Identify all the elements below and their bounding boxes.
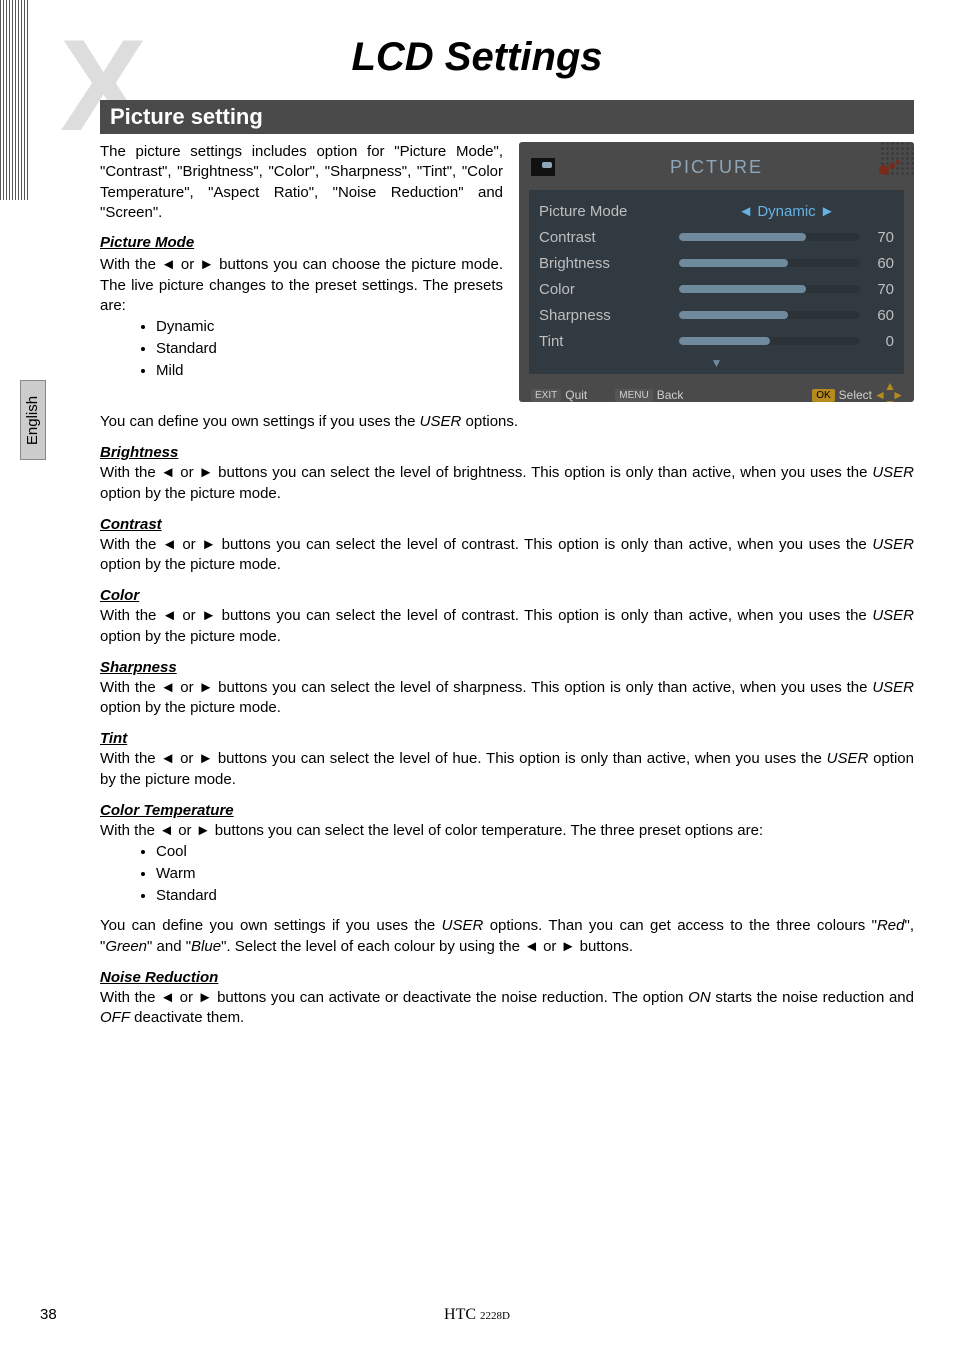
osd-slider[interactable] [679,285,860,293]
section-color: Color With the ◄ or ► buttons you can se… [100,587,914,647]
model-number: HTC 2228D [100,1306,854,1324]
page-number: 38 [0,1306,100,1324]
osd-row-label: Brightness [539,255,679,272]
list-item: Standard [156,338,503,360]
osd-row-label: Picture Mode [539,203,679,220]
osd-slider[interactable] [679,259,860,267]
osd-row-number: 60 [868,307,894,324]
section-heading: Picture setting [100,100,914,134]
section-label: Contrast [100,516,914,533]
section-label: Color [100,587,914,604]
osd-slider-fill [679,285,806,293]
osd-row-number: 0 [868,333,894,350]
list-item: Cool [156,841,914,863]
page-title: LCD Settings [0,35,954,80]
section-sharpness: Sharpness With the ◄ or ► buttons you ca… [100,659,914,719]
section-text: With the ◄ or ► buttons you can activate… [100,988,914,1029]
section-text: With the ◄ or ► buttons you can select t… [100,678,914,719]
osd-right-icon [878,158,902,176]
list-item: Mild [156,360,503,382]
osd-scroll-down-icon: ▼ [539,354,894,370]
osd-exit-button[interactable]: EXIT [531,389,561,402]
list-item: Standard [156,885,914,907]
osd-slider[interactable] [679,337,860,345]
osd-title: PICTURE [555,157,878,178]
picture-mode-label: Picture Mode [100,233,503,253]
osd-row-label: Sharpness [539,307,679,324]
list-item: Warm [156,863,914,885]
section-label: Tint [100,730,914,747]
section-text: With the ◄ or ► buttons you can select t… [100,535,914,576]
section-label: Noise Reduction [100,969,914,986]
osd-row-sharpness[interactable]: Sharpness 60 [539,302,894,328]
language-tab: English [20,380,46,460]
section-label: Sharpness [100,659,914,676]
section-text: With the ◄ or ► buttons you can select t… [100,821,914,841]
osd-footer: EXIT Quit MENU Back OK Select ▲▼◄► [519,374,914,402]
section-color-temperature: Color Temperature With the ◄ or ► button… [100,802,914,957]
osd-row-label: Color [539,281,679,298]
osd-body: Picture Mode ◄ Dynamic ► Contrast 70 Bri… [529,190,904,374]
section-noise-reduction: Noise Reduction With the ◄ or ► buttons … [100,969,914,1029]
osd-row-number: 60 [868,255,894,272]
osd-exit-label: Quit [565,388,587,402]
picture-mode-text: With the ◄ or ► buttons you can choose t… [100,255,503,316]
osd-slider[interactable] [679,311,860,319]
osd-slider-fill [679,259,788,267]
intro-row: The picture settings includes option for… [100,142,914,402]
osd-slider-fill [679,233,806,241]
osd-row-number: 70 [868,281,894,298]
color-temp-bullets: Cool Warm Standard [156,841,914,906]
page-footer: 38 HTC 2228D [0,1306,954,1324]
osd-row-brightness[interactable]: Brightness 60 [539,250,894,276]
section-brightness: Brightness With the ◄ or ► buttons you c… [100,444,914,504]
section-text: With the ◄ or ► buttons you can select t… [100,749,914,790]
intro-paragraph: The picture settings includes option for… [100,142,503,223]
section-contrast: Contrast With the ◄ or ► buttons you can… [100,516,914,576]
section-label: Brightness [100,444,914,461]
list-item: Dynamic [156,316,503,338]
picture-mode-bullets: Dynamic Standard Mild [156,316,503,381]
osd-row-label: Contrast [539,229,679,246]
osd-slider-fill [679,311,788,319]
section-text: With the ◄ or ► buttons you can select t… [100,606,914,647]
color-temp-after: You can define you own settings if you u… [100,916,914,957]
osd-row-number: 70 [868,229,894,246]
section-text: With the ◄ or ► buttons you can select t… [100,463,914,504]
osd-slider-fill [679,337,770,345]
sections: Brightness With the ◄ or ► buttons you c… [100,444,914,1028]
section-tint: Tint With the ◄ or ► buttons you can sel… [100,730,914,790]
osd-ok-button[interactable]: OK [812,389,834,402]
after-bullets-text: You can define you own settings if you u… [100,412,914,432]
osd-source-icon [531,158,555,176]
language-tab-label: English [25,395,42,444]
osd-ok-label: Select [839,388,872,402]
osd-row-value: ◄ Dynamic ► [679,203,894,220]
osd-row-contrast[interactable]: Contrast 70 [539,224,894,250]
osd-row-label: Tint [539,333,679,350]
osd-row-picture-mode[interactable]: Picture Mode ◄ Dynamic ► [539,198,894,224]
osd-dpad-icon: ▲▼◄► [876,382,902,402]
osd-row-color[interactable]: Color 70 [539,276,894,302]
osd-menu-label: Back [657,388,684,402]
osd-slider[interactable] [679,233,860,241]
osd-menu-button[interactable]: MENU [615,389,652,402]
osd-row-tint[interactable]: Tint 0 [539,328,894,354]
left-decorative-stripes [0,0,28,200]
section-label: Color Temperature [100,802,914,819]
intro-column: The picture settings includes option for… [100,142,503,381]
content-area: Picture setting The picture settings inc… [100,100,914,1040]
osd-header: PICTURE [519,142,914,186]
osd-panel: PICTURE Picture Mode ◄ Dynamic ► Contras… [519,142,914,402]
